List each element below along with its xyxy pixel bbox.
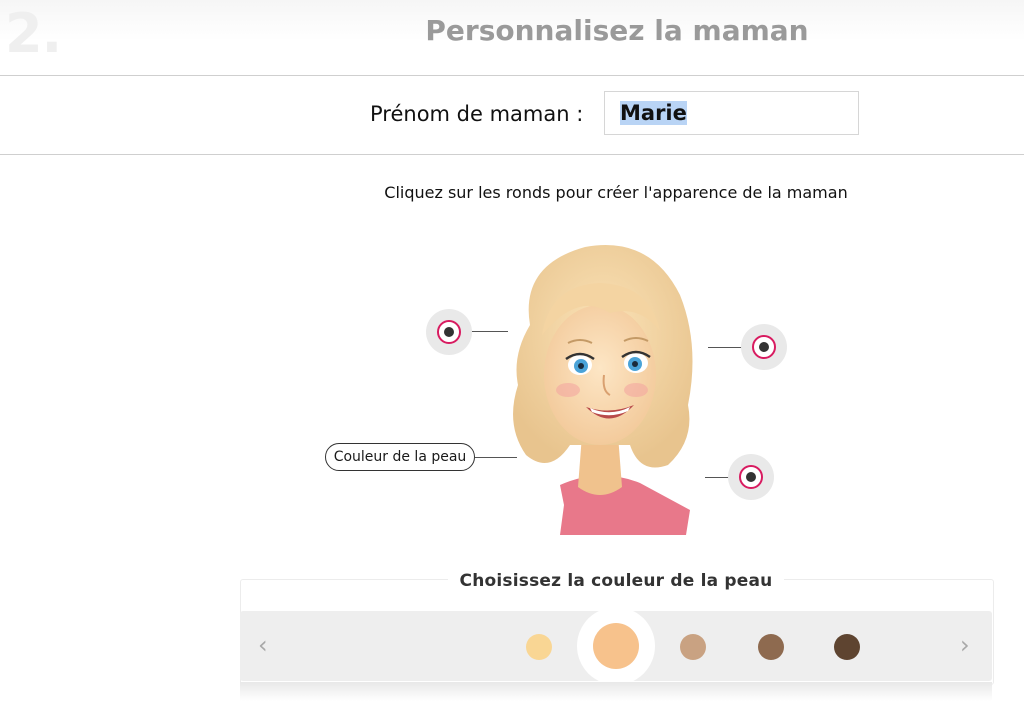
skin-panel-title-wrap: Choisissez la couleur de la peau xyxy=(0,571,1024,591)
hotspot-ring xyxy=(739,465,763,489)
hotspot-dot xyxy=(746,472,756,482)
hair-hotspot[interactable] xyxy=(426,309,472,355)
chevron-left-icon[interactable]: ‹ xyxy=(258,633,268,657)
hotspot-dot xyxy=(444,327,454,337)
mother-illustration xyxy=(513,245,693,535)
hotspot-ring xyxy=(752,335,776,359)
skin-color-hotspot-label[interactable]: Couleur de la peau xyxy=(325,443,475,471)
connector-line xyxy=(475,457,517,458)
skin-swatch-carousel: ‹ › xyxy=(240,607,992,685)
hotspot-dot xyxy=(759,342,769,352)
eyes-hotspot[interactable] xyxy=(741,324,787,370)
skin-swatch-3[interactable] xyxy=(680,634,706,660)
skin-swatch-2-selected[interactable] xyxy=(593,623,639,669)
skin-swatch-1[interactable] xyxy=(526,634,552,660)
name-label: Prénom de maman : xyxy=(370,102,584,126)
hotspot-ring xyxy=(437,320,461,344)
page-header: 2. Personnalisez la maman xyxy=(0,0,1024,76)
skin-swatch-5[interactable] xyxy=(834,634,860,660)
skin-panel-title: Choisissez la couleur de la peau xyxy=(447,571,785,591)
instruction-text: Cliquez sur les ronds pour créer l'appar… xyxy=(384,183,848,202)
section-title: Personnalisez la maman xyxy=(425,14,809,47)
name-row: Prénom de maman : xyxy=(0,76,1024,155)
clothes-hotspot[interactable] xyxy=(728,454,774,500)
chevron-right-icon[interactable]: › xyxy=(960,633,970,657)
skin-swatch-4[interactable] xyxy=(758,634,784,660)
name-input[interactable] xyxy=(604,91,859,135)
panel-shadow xyxy=(240,682,992,701)
